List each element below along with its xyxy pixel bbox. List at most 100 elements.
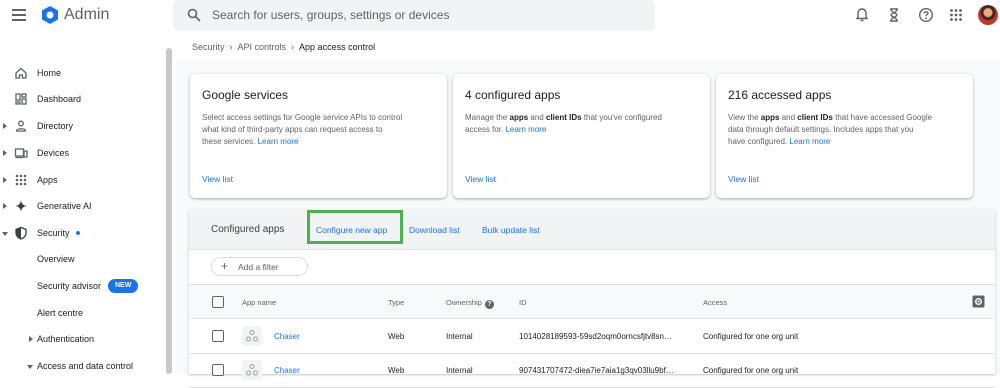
breadcrumb-security[interactable]: Security — [192, 42, 225, 52]
person-icon — [15, 120, 27, 132]
search-input[interactable]: Search for users, groups, settings or de… — [212, 8, 449, 22]
sidebar-item-label: Access and data control — [37, 361, 134, 371]
learn-more-link[interactable]: Learn more — [505, 125, 546, 134]
card-description: Manage the apps and client IDs that you'… — [465, 113, 662, 134]
sidebar-item-label: Security — [37, 228, 70, 238]
sidebar-item-dashboard[interactable]: Dashboard — [0, 91, 160, 111]
apps-launcher-icon[interactable] — [948, 7, 964, 23]
sidebar-item-directory[interactable]: Directory — [0, 118, 160, 138]
row-checkbox[interactable] — [212, 364, 224, 376]
view-list-link[interactable]: View list — [728, 174, 759, 184]
app-id: 1014028189593-59sd2oqm0orncsfjtv8sn… — [519, 332, 672, 341]
app-access: Configured for one org unit — [703, 332, 799, 341]
dashboard-icon — [15, 93, 27, 105]
column-header-type[interactable]: Type — [388, 298, 404, 307]
sidebar-item-label: Dashboard — [37, 94, 82, 104]
sidebar-item-label: Generative AI — [37, 201, 92, 211]
expand-caret-icon[interactable] — [3, 123, 7, 129]
sidebar-item-label: Security advisor — [37, 281, 102, 291]
apps-grid-icon — [15, 174, 27, 186]
home-icon — [15, 67, 27, 79]
devices-icon — [14, 148, 28, 159]
accessed-apps-card: 216 accessed apps View the apps and clie… — [716, 74, 973, 198]
breadcrumb-separator: › — [229, 42, 233, 52]
panel-title: Configured apps — [211, 224, 285, 235]
column-header-ownership[interactable]: Ownership? — [446, 298, 494, 309]
learn-more-link[interactable]: Learn more — [258, 137, 299, 146]
column-header-id[interactable]: ID — [519, 298, 527, 307]
select-all-checkbox[interactable] — [212, 296, 224, 308]
card-title: Google services — [202, 88, 289, 102]
search-bar[interactable]: Search for users, groups, settings or de… — [173, 0, 655, 31]
card-description: View the apps and client IDs that have a… — [728, 113, 933, 146]
configure-new-app-button[interactable]: Configure new app — [316, 225, 387, 235]
breadcrumb-separator: › — [291, 42, 295, 52]
card-title: 216 accessed apps — [728, 88, 832, 102]
app-ownership: Internal — [446, 332, 473, 341]
sidebar-item-label: Directory — [37, 121, 74, 131]
sidebar-item-security[interactable]: Security — [0, 225, 160, 245]
sidebar-item-label: Authentication — [37, 334, 95, 344]
column-header-app-name[interactable]: App name — [242, 298, 276, 307]
notifications-bell-icon[interactable] — [854, 7, 870, 23]
plus-icon: + — [221, 259, 229, 273]
app-name-link[interactable]: Chaser — [274, 332, 300, 341]
table-row[interactable]: Chaser Web Internal 907431707472-diea7ie… — [189, 354, 995, 388]
table-header: App name Type Ownership? ID Access — [189, 285, 995, 319]
card-description: Select access settings for Google servic… — [202, 113, 403, 146]
collapse-caret-icon[interactable] — [27, 365, 33, 369]
panel-header: Configured apps Configure new app Downlo… — [189, 210, 995, 250]
sidebar-item-devices[interactable]: Devices — [0, 145, 160, 165]
configured-apps-card: 4 configured apps Manage the apps and cl… — [453, 74, 710, 198]
sidebar-scrollbar[interactable] — [166, 48, 172, 374]
column-header-access[interactable]: Access — [703, 298, 727, 307]
expand-caret-icon[interactable] — [3, 150, 7, 156]
table-row[interactable]: Chaser Web Internal 1014028189593-59sd2o… — [189, 320, 995, 354]
expand-caret-icon[interactable] — [3, 177, 7, 183]
add-filter-button[interactable]: + Add a filter — [211, 257, 308, 276]
sparkle-icon — [15, 200, 27, 212]
admin-logo-icon[interactable] — [40, 5, 60, 25]
row-checkbox[interactable] — [212, 330, 224, 342]
sidebar-item-apps[interactable]: Apps — [0, 172, 160, 192]
sidebar-item-alert-centre[interactable]: Alert centre — [0, 305, 160, 325]
breadcrumb-api-controls[interactable]: API controls — [238, 42, 287, 52]
add-filter-label: Add a filter — [238, 262, 279, 272]
menu-icon[interactable] — [12, 9, 26, 21]
help-icon[interactable]: ? — [484, 300, 494, 309]
card-title: 4 configured apps — [465, 88, 561, 102]
sidebar-item-label: Apps — [37, 175, 58, 185]
bulk-update-list-button[interactable]: Bulk update list — [482, 225, 540, 235]
expand-caret-icon[interactable] — [3, 203, 7, 209]
app-placeholder-icon — [242, 326, 262, 346]
sidebar-item-generative-ai[interactable]: Generative AI — [0, 198, 160, 218]
tasks-hourglass-icon[interactable] — [886, 7, 902, 23]
app-title[interactable]: Admin — [64, 6, 109, 24]
expand-caret-icon[interactable] — [29, 336, 33, 342]
sidebar-item-label: Alert centre — [37, 308, 84, 318]
sidebar-item-label: Home — [37, 68, 62, 78]
account-avatar[interactable] — [978, 5, 998, 25]
sidebar-item-security-advisor[interactable]: Security advisor NEW — [0, 278, 160, 298]
sidebar-item-authentication[interactable]: Authentication — [0, 331, 160, 351]
configured-apps-panel: Configured apps Configure new app Downlo… — [189, 210, 995, 388]
collapse-caret-icon[interactable] — [2, 232, 8, 236]
sidebar-item-overview[interactable]: Overview — [0, 251, 160, 271]
help-icon[interactable] — [918, 7, 934, 23]
sidebar-item-access-and-data-control[interactable]: Access and data control — [0, 358, 160, 378]
column-settings-icon[interactable] — [972, 295, 985, 308]
search-icon — [187, 8, 201, 22]
breadcrumb-current: App access control — [299, 42, 376, 52]
google-services-card: Google services Select access settings f… — [190, 74, 447, 198]
shield-icon — [15, 226, 27, 240]
sidebar-item-home[interactable]: Home — [0, 65, 160, 85]
top-bar: Admin Search for users, groups, settings… — [0, 0, 1000, 33]
view-list-link[interactable]: View list — [202, 174, 233, 184]
view-list-link[interactable]: View list — [465, 174, 496, 184]
learn-more-link[interactable]: Learn more — [789, 137, 830, 146]
sidebar-item-label: Overview — [37, 254, 75, 264]
sidebar: Home Dashboard Directory Devices Apps Ge… — [0, 33, 175, 374]
download-list-button[interactable]: Download list — [409, 225, 460, 235]
app-type: Web — [388, 332, 405, 341]
sidebar-item-label: Devices — [37, 148, 70, 158]
